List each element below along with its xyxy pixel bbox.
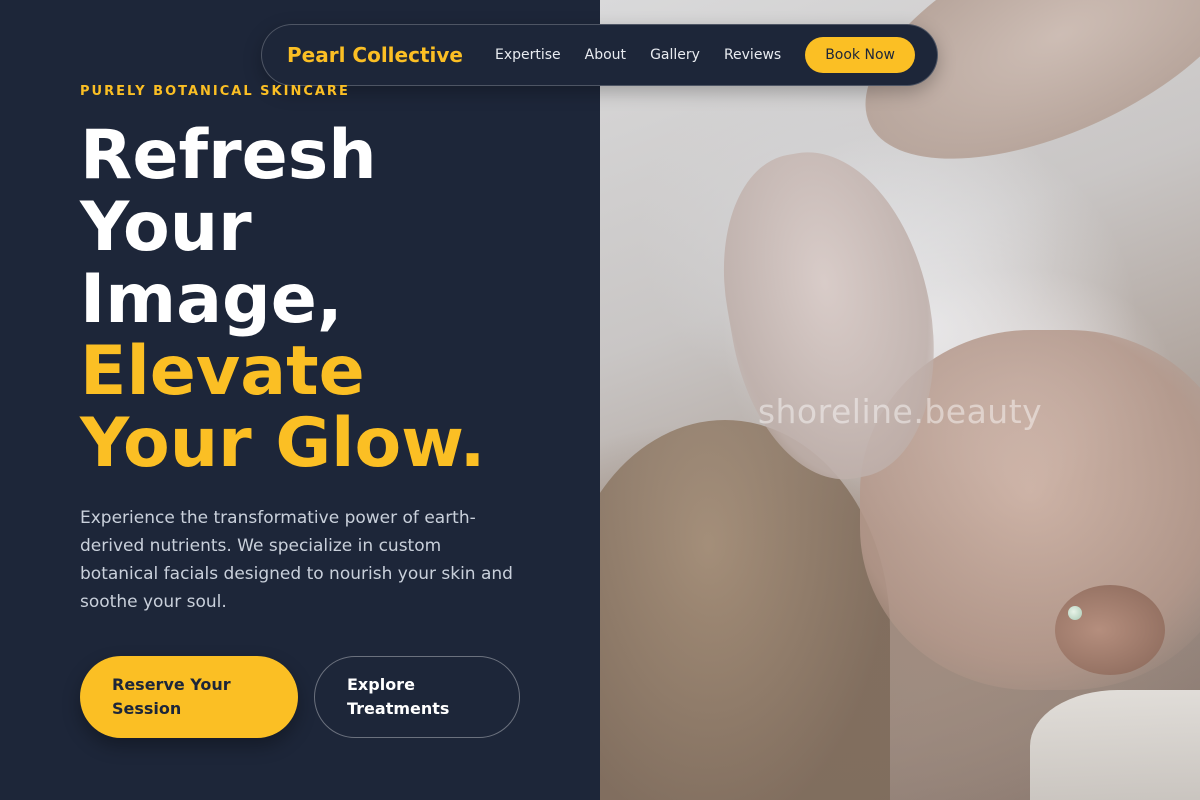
headline-line: Refresh <box>80 116 377 195</box>
headline-line: Image, <box>80 260 343 339</box>
explore-treatments-button[interactable]: Explore Treatments <box>314 656 520 738</box>
towel <box>1030 690 1200 800</box>
reserve-session-label: Reserve Your Session <box>112 675 231 718</box>
photo-watermark: shoreline.beauty <box>757 392 1043 431</box>
explore-treatments-label: Explore Treatments <box>347 675 450 718</box>
headline-line: Your <box>80 188 252 267</box>
book-now-button[interactable]: Book Now <box>805 37 915 73</box>
nav-links: Expertise About Gallery Reviews <box>495 47 805 63</box>
reserve-session-button[interactable]: Reserve Your Session <box>80 656 298 738</box>
hero-eyebrow: PURELY BOTANICAL SKINCARE <box>80 84 350 99</box>
nav-link-expertise[interactable]: Expertise <box>495 47 561 63</box>
hero-headline: Refresh Your Image, Elevate Your Glow. <box>80 120 580 480</box>
headline-accent-line: Your Glow. <box>80 404 486 483</box>
nav-link-about[interactable]: About <box>585 47 626 63</box>
ear <box>1055 585 1165 675</box>
navbar: Pearl Collective Expertise About Gallery… <box>261 24 938 86</box>
earring <box>1068 606 1082 620</box>
nav-link-gallery[interactable]: Gallery <box>650 47 700 63</box>
hero-description: Experience the transformative power of e… <box>80 508 513 612</box>
nav-link-reviews[interactable]: Reviews <box>724 47 781 63</box>
brand-logo[interactable]: Pearl Collective <box>287 43 463 67</box>
headline-accent-line: Elevate <box>80 332 365 411</box>
